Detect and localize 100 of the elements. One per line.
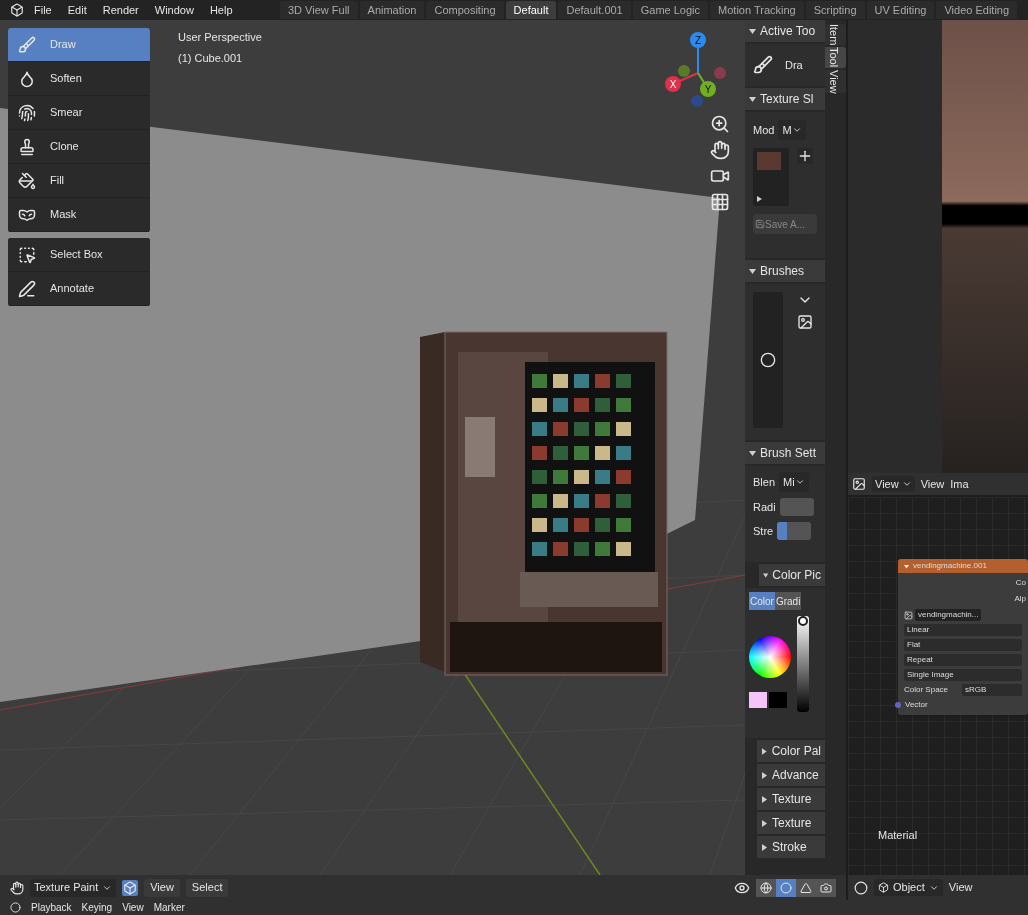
panel-heading: Brush Sett <box>760 445 817 462</box>
zoom-icon[interactable] <box>710 114 730 134</box>
workspace-tab[interactable]: Game Logic <box>632 1 709 19</box>
panel-heading: Brushes <box>760 263 805 280</box>
shading-button[interactable] <box>816 878 836 897</box>
sidebar-tab[interactable]: View <box>825 69 846 94</box>
chevron-icon <box>794 477 805 487</box>
header-menu[interactable]: View <box>122 902 144 913</box>
material-label: Material <box>877 827 919 843</box>
workspace-tab[interactable]: Default <box>505 1 557 19</box>
mode-dropdown[interactable]: Object <box>874 879 943 896</box>
sidebar-tab[interactable]: Tool <box>825 47 846 68</box>
right-triangle-icon[interactable] <box>761 843 768 851</box>
editor-type-icon[interactable] <box>852 477 866 491</box>
node-option[interactable]: Single Image <box>904 669 1022 681</box>
workspace-tab[interactable]: Animation <box>359 1 425 19</box>
mode-label: Mod <box>753 122 775 138</box>
node-output: Alp <box>1014 593 1026 605</box>
shading-button[interactable] <box>796 878 816 897</box>
header-menu[interactable]: View <box>144 878 180 897</box>
workspace-tab[interactable]: Default.001 <box>558 1 631 19</box>
vector-input-label: Vector <box>905 699 928 711</box>
down-triangle-icon[interactable] <box>749 449 756 457</box>
fingerprint-icon <box>18 103 36 122</box>
down-triangle-icon[interactable] <box>749 267 756 275</box>
header-menu[interactable]: View <box>948 879 973 896</box>
mode-dropdown[interactable]: M <box>778 120 806 140</box>
triangle-icon <box>800 881 812 894</box>
color-swatch[interactable] <box>749 692 767 708</box>
node-option[interactable]: Linear <box>904 624 1022 636</box>
header-menu[interactable]: Marker <box>153 902 185 913</box>
image-icon <box>904 610 913 620</box>
panel-heading: Stroke <box>772 839 807 856</box>
header-menu[interactable]: Select <box>185 878 229 897</box>
down-triangle-icon[interactable] <box>749 95 756 103</box>
workspace-tab[interactable]: Compositing <box>426 1 504 19</box>
workspace-tab[interactable]: 3D View Full <box>280 1 358 19</box>
node-option[interactable]: Repeat <box>904 654 1022 666</box>
header-menu[interactable]: Ima <box>950 475 969 493</box>
right-triangle-icon[interactable] <box>761 819 768 827</box>
grid-icon[interactable] <box>710 192 730 212</box>
blend-dropdown[interactable]: Mi <box>779 472 809 492</box>
play-icon <box>757 196 762 202</box>
menu-item[interactable]: Render <box>102 1 139 19</box>
header-menu[interactable]: Keying <box>81 902 113 913</box>
cube-icon[interactable] <box>122 879 139 896</box>
right-triangle-icon[interactable] <box>761 771 768 779</box>
picker-tab[interactable]: Gradi <box>774 592 802 610</box>
menu-item[interactable]: Window <box>154 1 194 19</box>
texture-thumbnail <box>757 152 781 170</box>
dashed-select-icon <box>18 245 36 264</box>
workspace-tab[interactable]: Video Editing <box>936 1 1018 19</box>
menu-item[interactable]: Help <box>209 1 233 19</box>
shading-button[interactable] <box>756 878 776 897</box>
menu-item[interactable]: File <box>34 1 52 19</box>
view-dropdown[interactable]: View <box>872 475 915 493</box>
node-option[interactable]: Flat <box>904 639 1022 651</box>
save-icon <box>755 219 765 229</box>
active-tool-name: Dra <box>785 57 803 73</box>
strength-slider[interactable] <box>777 522 812 540</box>
workspace-tab[interactable]: Motion Tracking <box>710 1 804 19</box>
hand-icon[interactable] <box>710 140 730 160</box>
node-title: vendingmachine.001 <box>913 560 987 572</box>
menu-item[interactable]: Edit <box>67 1 87 19</box>
paint-bucket-icon <box>18 171 36 190</box>
image-name[interactable]: vendingmachin... <box>915 609 982 621</box>
panel-heading: Advance <box>772 767 819 784</box>
app-logo-icon[interactable] <box>10 3 24 17</box>
sidebar-tab[interactable]: Item <box>825 24 846 46</box>
panel-heading: Color Pal <box>771 743 821 760</box>
down-triangle-icon[interactable] <box>763 571 769 579</box>
color-wheel[interactable] <box>749 636 791 678</box>
editor-type-icon[interactable] <box>10 880 24 895</box>
color-space-field[interactable]: sRGB <box>962 684 1022 696</box>
mode-dropdown[interactable]: Texture Paint <box>30 878 117 897</box>
wireframe-icon <box>760 881 772 894</box>
camera-icon <box>820 881 832 894</box>
editor-type-icon[interactable] <box>854 880 868 895</box>
workspace-tab[interactable]: UV Editing <box>866 1 935 19</box>
tool-item[interactable]: Select Box <box>8 238 150 272</box>
header-menu[interactable]: View <box>920 475 945 493</box>
blend-label: Blen <box>753 474 776 490</box>
chevron-icon <box>791 125 802 135</box>
panel-heading: Active Too <box>760 23 816 40</box>
view-title: User Perspective <box>178 30 262 45</box>
radius-slider[interactable] <box>779 498 814 516</box>
image-texture-node[interactable]: vendingmachine.001 Co Alp vendingmachin... Linear Flat Repeat Single Image Color Space sRGB Vector <box>898 559 1028 715</box>
workspace-tab[interactable]: Scripting <box>805 1 865 19</box>
brush-icon <box>18 35 36 54</box>
shading-button[interactable] <box>776 878 796 897</box>
header-menu[interactable]: Playback <box>31 902 72 913</box>
down-triangle-icon[interactable] <box>749 27 756 35</box>
right-triangle-icon[interactable] <box>761 747 768 755</box>
image-icon[interactable] <box>797 314 813 330</box>
editor-type-icon[interactable] <box>10 902 21 913</box>
add-icon[interactable] <box>797 148 813 164</box>
down-triangle-icon[interactable] <box>904 563 909 569</box>
value-slider[interactable] <box>797 616 809 712</box>
right-triangle-icon[interactable] <box>761 795 768 803</box>
color-swatch[interactable] <box>769 692 787 708</box>
